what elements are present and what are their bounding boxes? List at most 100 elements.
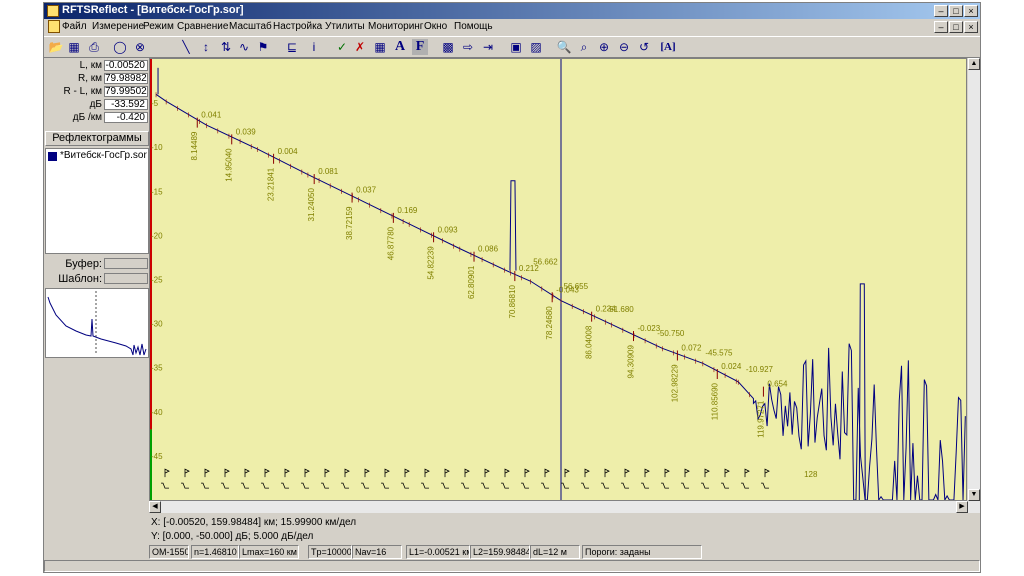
param-label: дБ /км: [72, 112, 102, 123]
menu-compare[interactable]: Сравнение: [177, 21, 228, 32]
event-flag-icon: [664, 468, 670, 478]
event-distance-label: 38.72159: [345, 206, 354, 240]
menu-monitoring[interactable]: Мониторинг: [368, 21, 423, 32]
text-a-icon[interactable]: [A]: [660, 39, 676, 55]
split-marks-icon[interactable]: ⇅: [218, 39, 234, 55]
event-type-icon: [721, 482, 729, 489]
trace-color-swatch: [48, 152, 57, 161]
event-type-icon: [501, 482, 509, 489]
event-loss-label: 0.037: [356, 186, 377, 195]
event-distance-label: 31.24050: [307, 188, 316, 222]
menu-help[interactable]: Помощь: [454, 21, 493, 32]
y-tick-label: -25: [151, 276, 163, 285]
event-type-icon: [761, 482, 769, 489]
reflectogram-plot[interactable]: -5 -10 -15 -20 -25 -30 -35 -40 -45 0.041 8.14489 0.…: [149, 58, 967, 502]
marker-move-icon[interactable]: ▨: [528, 39, 544, 55]
event-flag-icon: [704, 468, 710, 478]
left-panel: L, км -0.00520 R, км 79.98982 R - L, км …: [45, 58, 149, 546]
param-row-db: дБ -33.592: [45, 99, 149, 111]
font-f-icon[interactable]: F: [412, 39, 428, 55]
marker-add-icon[interactable]: ▣: [508, 39, 524, 55]
event-flag-icon: [224, 468, 230, 478]
event-type-icon: [381, 482, 389, 489]
param-row-db-per-km: дБ /км -0.420: [45, 112, 149, 124]
status-thresholds: Пороги: заданы: [582, 545, 702, 559]
import-icon[interactable]: ⇥: [480, 39, 496, 55]
trace-marks-icon[interactable]: ↕: [198, 39, 214, 55]
open-icon[interactable]: 📂: [48, 39, 64, 55]
reflectograms-header[interactable]: Рефлектограммы: [45, 131, 149, 146]
scroll-down-icon[interactable]: ▼: [968, 489, 980, 501]
menu-measurement[interactable]: Измерение: [92, 21, 144, 32]
status-pulse: Tp=10000: [308, 545, 352, 559]
save-icon[interactable]: ▦: [66, 39, 82, 55]
scroll-left-icon[interactable]: ◀: [149, 501, 161, 513]
event-flag-icon: [164, 468, 170, 478]
event-distance-label: 46.87780: [386, 226, 395, 260]
grid-icon[interactable]: ▦: [372, 39, 388, 55]
menu-utilities[interactable]: Утилиты: [325, 21, 365, 32]
zoom-fit-icon[interactable]: ⌕: [576, 39, 592, 55]
child-close-button[interactable]: ×: [964, 21, 978, 33]
flag-icon[interactable]: ⚑: [255, 39, 271, 55]
window-title: RFTSReflect - [Витебск-ГосГр.sor]: [62, 4, 244, 16]
event-flag-icon: [484, 468, 490, 478]
buffer-label: Буфер:: [65, 258, 102, 270]
circle-icon[interactable]: ◯: [112, 39, 128, 55]
param-label: L, км: [79, 60, 102, 71]
event-type-icon: [201, 482, 209, 489]
event-flag-icon: [344, 468, 350, 478]
y-tick-label: -10: [151, 143, 163, 152]
menu-settings[interactable]: Настройка: [273, 21, 322, 32]
list-item[interactable]: *Витебск-ГосГр.sor: [60, 150, 147, 161]
param-value: 79.98982: [104, 73, 148, 84]
minimize-button[interactable]: –: [934, 5, 948, 17]
scroll-right-icon[interactable]: ▶: [956, 501, 968, 513]
event-flag-icon: [504, 468, 510, 478]
event-type-icon: [221, 482, 229, 489]
event-type-icon: [621, 482, 629, 489]
delete-marker-icon[interactable]: ✗: [352, 39, 368, 55]
export-icon[interactable]: ⇨: [460, 39, 476, 55]
status-wavelength: OM-1550: [149, 545, 189, 559]
print-icon[interactable]: ⎙: [86, 39, 102, 55]
event-flag-icon: [184, 468, 190, 478]
vertical-scrollbar[interactable]: ▲ ▼: [968, 58, 980, 501]
wave-icon[interactable]: ∿: [236, 39, 252, 55]
zoom-region-icon[interactable]: 🔍: [556, 39, 572, 55]
circle-x-icon[interactable]: ⊗: [132, 39, 148, 55]
zoom-out-icon[interactable]: ⊖: [616, 39, 632, 55]
event-distance-label: 119.97271: [756, 400, 765, 438]
chat-icon[interactable]: ▩: [440, 39, 456, 55]
zoom-in-icon[interactable]: ⊕: [596, 39, 612, 55]
menu-file[interactable]: Файл: [62, 21, 87, 32]
info-icon[interactable]: i: [306, 39, 322, 55]
event-flag-icon: [764, 468, 770, 478]
menu-scale[interactable]: Масштаб: [229, 21, 272, 32]
maximize-button[interactable]: □: [949, 5, 963, 17]
scroll-up-icon[interactable]: ▲: [968, 58, 980, 70]
reflectogram-list[interactable]: *Витебск-ГосГр.sor: [45, 148, 149, 254]
menu-window[interactable]: Окно: [424, 21, 447, 32]
menu-mode[interactable]: Режим: [143, 21, 174, 32]
template-field[interactable]: [104, 273, 148, 284]
event-distance-label: 14.95040: [225, 148, 234, 182]
check-icon[interactable]: ✓: [334, 39, 350, 55]
event-table-icon[interactable]: ⊑: [284, 39, 300, 55]
buffer-field[interactable]: [104, 258, 148, 269]
param-value: -0.00520: [104, 60, 148, 71]
event-loss-label: 0.039: [236, 127, 257, 136]
child-minimize-button[interactable]: –: [934, 21, 948, 33]
close-button[interactable]: ×: [964, 5, 978, 17]
left-marker-bar-green: [150, 429, 152, 500]
trace-icon[interactable]: ╲: [178, 39, 194, 55]
event-loss-label: 0.086: [478, 245, 499, 254]
status-dl: dL=12 м: [530, 545, 580, 559]
horizontal-scrollbar[interactable]: ◀ ▶: [149, 501, 980, 513]
event-distance-label: 70.86810: [508, 285, 517, 319]
child-restore-button[interactable]: □: [949, 21, 963, 33]
event-type-icon: [161, 482, 169, 489]
overview-thumbnail[interactable]: [45, 288, 149, 358]
refresh-icon[interactable]: ↺: [636, 39, 652, 55]
font-a-icon[interactable]: A: [392, 39, 408, 55]
